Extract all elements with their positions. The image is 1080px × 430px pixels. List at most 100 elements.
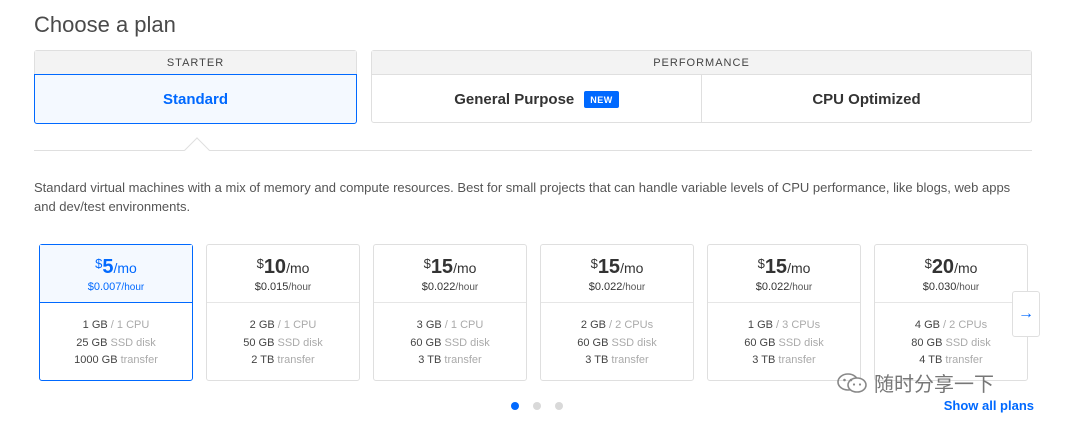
transfer-value: 1000 GB <box>74 354 118 366</box>
tab-general-purpose[interactable]: General Purpose NEW <box>372 75 702 123</box>
disk-label: SSD disk <box>775 336 824 349</box>
hourly-amount: $0.007 <box>87 281 122 293</box>
hourly-price: $0.022/hour <box>374 280 526 295</box>
hourly-unit: /hour <box>288 282 312 293</box>
hourly-unit: /hour <box>622 282 646 293</box>
plan-price-section: $10/mo $0.015/hour <box>207 245 359 303</box>
price-period: /mo <box>954 260 978 276</box>
spec-transfer: 1000 GB transfer <box>40 352 192 370</box>
price-amount: 20 <box>931 256 955 278</box>
price-amount: 15 <box>764 256 788 278</box>
next-plans-button[interactable]: → <box>1012 291 1040 337</box>
hourly-unit: /hour <box>121 282 145 293</box>
price-period: /mo <box>286 260 310 276</box>
hourly-price: $0.015/hour <box>207 280 359 295</box>
hourly-amount: $0.015 <box>254 281 289 293</box>
disk-value: 60 GB <box>410 336 442 349</box>
plan-specs: 1 GB / 3 CPUs 60 GB SSD disk 3 TB transf… <box>708 303 860 370</box>
transfer-value: 4 TB <box>919 354 943 366</box>
new-badge: NEW <box>584 90 619 108</box>
spec-transfer: 4 TB transfer <box>875 352 1027 370</box>
carousel-dot-3[interactable] <box>555 402 563 410</box>
spec-memory-cpu: 2 GB / 2 CPUs <box>541 317 693 335</box>
plan-price-section: $15/mo $0.022/hour <box>708 245 860 303</box>
plan-specs: 1 GB / 1 CPU 25 GB SSD disk 1000 GB tran… <box>40 303 192 370</box>
plan-card[interactable]: $15/mo $0.022/hour 1 GB / 3 CPUs 60 GB S… <box>707 244 861 381</box>
disk-value: 80 GB <box>911 336 943 349</box>
price-period: /mo <box>453 260 477 276</box>
plan-card[interactable]: $15/mo $0.022/hour 3 GB / 1 CPU 60 GB SS… <box>373 244 527 381</box>
spec-disk: 80 GB SSD disk <box>875 335 1027 353</box>
disk-label: SSD disk <box>274 336 323 349</box>
transfer-value: 3 TB <box>585 354 609 366</box>
hourly-unit: /hour <box>956 282 980 293</box>
currency-symbol: $ <box>423 256 431 271</box>
currency-symbol: $ <box>95 256 103 271</box>
plan-card[interactable]: $5/mo $0.007/hour 1 GB / 1 CPU 25 GB SSD… <box>39 244 193 381</box>
transfer-label: transfer <box>441 354 482 366</box>
currency-symbol: $ <box>256 256 264 271</box>
memory-value: 1 GB <box>82 319 108 331</box>
plan-card[interactable]: $20/mo $0.030/hour 4 GB / 2 CPUs 80 GB S… <box>874 244 1028 381</box>
starter-header: STARTER <box>35 51 356 75</box>
monthly-price: $15/mo <box>541 256 693 280</box>
plan-price-section: $15/mo $0.022/hour <box>541 245 693 303</box>
tab-cpu-optimized-label: CPU Optimized <box>812 90 921 108</box>
transfer-value: 3 TB <box>418 354 442 366</box>
spec-transfer: 3 TB transfer <box>708 352 860 370</box>
performance-header: PERFORMANCE <box>372 51 1031 75</box>
memory-value: 1 GB <box>747 319 773 331</box>
spec-memory-cpu: 4 GB / 2 CPUs <box>875 317 1027 335</box>
transfer-label: transfer <box>775 354 816 366</box>
tab-general-purpose-label: General Purpose <box>454 90 575 108</box>
monthly-price: $10/mo <box>207 256 359 280</box>
plan-card[interactable]: $10/mo $0.015/hour 2 GB / 1 CPU 50 GB SS… <box>206 244 360 381</box>
memory-value: 2 GB <box>249 319 275 331</box>
carousel-pagination <box>511 402 563 410</box>
cpu-value: / 1 CPU <box>274 319 317 331</box>
page-title: Choose a plan <box>34 12 176 37</box>
transfer-label: transfer <box>942 354 983 366</box>
tab-standard-label: Standard <box>162 90 228 108</box>
carousel-dot-2[interactable] <box>533 402 541 410</box>
currency-symbol: $ <box>590 256 598 271</box>
hourly-price: $0.007/hour <box>40 280 192 295</box>
currency-symbol: $ <box>924 256 932 271</box>
price-period: /mo <box>113 260 137 276</box>
spec-disk: 50 GB SSD disk <box>207 335 359 353</box>
watermark-text: 随时分享一下 <box>874 374 994 396</box>
tab-cpu-optimized[interactable]: CPU Optimized <box>702 75 1031 123</box>
price-period: /mo <box>620 260 644 276</box>
monthly-price: $15/mo <box>374 256 526 280</box>
hourly-unit: /hour <box>789 282 813 293</box>
plan-specs: 4 GB / 2 CPUs 80 GB SSD disk 4 TB transf… <box>875 303 1027 370</box>
disk-label: SSD disk <box>942 336 991 349</box>
cpu-value: / 1 CPU <box>107 319 150 331</box>
monthly-price: $5/mo <box>40 256 192 280</box>
spec-disk: 60 GB SSD disk <box>541 335 693 353</box>
price-period: /mo <box>787 260 811 276</box>
spec-disk: 25 GB SSD disk <box>40 335 192 353</box>
spec-memory-cpu: 1 GB / 3 CPUs <box>708 317 860 335</box>
carousel-dot-1[interactable] <box>511 402 519 410</box>
spec-disk: 60 GB SSD disk <box>708 335 860 353</box>
performance-group: PERFORMANCE General Purpose NEW CPU Opti… <box>371 50 1032 123</box>
currency-symbol: $ <box>757 256 765 271</box>
cpu-value: / 2 CPUs <box>606 319 654 331</box>
monthly-price: $15/mo <box>708 256 860 280</box>
disk-value: 60 GB <box>577 336 609 349</box>
disk-label: SSD disk <box>107 336 156 349</box>
tab-standard[interactable]: Standard <box>34 74 357 124</box>
plan-price-section: $5/mo $0.007/hour <box>40 245 192 303</box>
spec-transfer: 2 TB transfer <box>207 352 359 370</box>
spec-memory-cpu: 1 GB / 1 CPU <box>40 317 192 335</box>
transfer-label: transfer <box>117 354 158 366</box>
disk-label: SSD disk <box>441 336 490 349</box>
memory-value: 3 GB <box>416 319 442 331</box>
show-all-plans-link[interactable]: Show all plans <box>944 398 1034 413</box>
price-amount: 5 <box>102 256 114 278</box>
plan-card[interactable]: $15/mo $0.022/hour 2 GB / 2 CPUs 60 GB S… <box>540 244 694 381</box>
spec-transfer: 3 TB transfer <box>541 352 693 370</box>
hourly-amount: $0.022 <box>755 281 790 293</box>
transfer-value: 2 TB <box>251 354 275 366</box>
